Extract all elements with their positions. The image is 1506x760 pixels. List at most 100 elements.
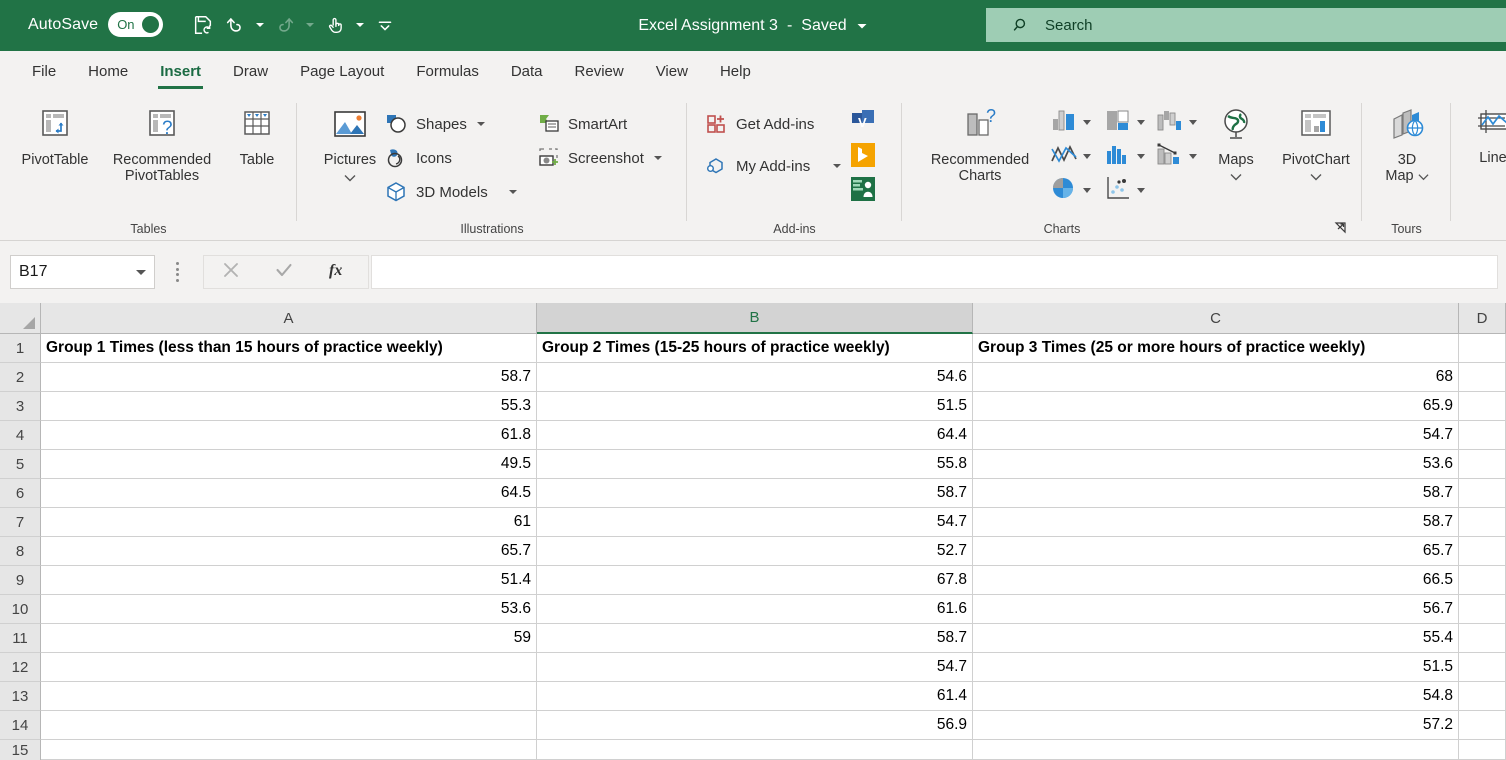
cell-d4[interactable]	[1459, 421, 1506, 450]
cell-b1[interactable]: Group 2 Times (15-25 hours of practice w…	[537, 334, 973, 363]
combo-chart-chevron-down-icon[interactable]	[1189, 154, 1197, 159]
3d-map-chevron-down-icon[interactable]	[1418, 173, 1429, 181]
bing-maps-addin-icon[interactable]	[849, 141, 877, 174]
column-header-b[interactable]: B	[537, 303, 973, 334]
touch-mode-dropdown-chevron-down-icon[interactable]	[352, 10, 368, 40]
cell-c4[interactable]: 54.7	[973, 421, 1459, 450]
autosave-control[interactable]: AutoSave On	[28, 12, 164, 37]
cell-b13[interactable]: 61.4	[537, 682, 973, 711]
get-addins-button[interactable]: Get Add-ins	[705, 113, 814, 135]
cell-b2[interactable]: 54.6	[537, 363, 973, 392]
line-area-chart-button[interactable]	[1050, 141, 1091, 172]
scatter-bubble-chart-button[interactable]	[1104, 175, 1145, 206]
select-all-corner[interactable]	[0, 303, 41, 334]
tab-data[interactable]: Data	[495, 51, 559, 91]
icons-button[interactable]: Icons	[385, 147, 452, 169]
row-header-11[interactable]: 11	[0, 624, 41, 653]
cell-c1[interactable]: Group 3 Times (25 or more hours of pract…	[973, 334, 1459, 363]
scatter-bubble-chart-chevron-down-icon[interactable]	[1137, 188, 1145, 193]
cell-a7[interactable]: 61	[41, 508, 537, 537]
pictures-button[interactable]: Pictures	[315, 107, 385, 187]
cell-b10[interactable]: 61.6	[537, 595, 973, 624]
cell-a5[interactable]: 49.5	[41, 450, 537, 479]
cell-c11[interactable]: 55.4	[973, 624, 1459, 653]
pie-doughnut-chart-button[interactable]	[1050, 175, 1091, 206]
tab-formulas[interactable]: Formulas	[400, 51, 495, 91]
ribbon-tab-bar[interactable]: File Home Insert Draw Page Layout Formul…	[0, 51, 1506, 93]
table-button[interactable]: Table	[226, 105, 288, 168]
recommended-pivottables-button[interactable]: ? Recommended PivotTables	[98, 105, 226, 185]
row-header-8[interactable]: 8	[0, 537, 41, 566]
column-header-c[interactable]: C	[973, 303, 1459, 334]
cell-d6[interactable]	[1459, 479, 1506, 508]
cell-c5[interactable]: 53.6	[973, 450, 1459, 479]
search-input[interactable]: Search	[986, 8, 1506, 42]
pivottable-button[interactable]: PivotTable	[10, 105, 100, 168]
row-header-2[interactable]: 2	[0, 363, 41, 392]
cell-a13[interactable]	[41, 682, 537, 711]
cell-b8[interactable]: 52.7	[537, 537, 973, 566]
visio-addin-icon[interactable]: V	[849, 107, 877, 140]
maps-button[interactable]: Maps	[1200, 107, 1272, 186]
pivotchart-button[interactable]: PivotChart	[1270, 107, 1362, 186]
shapes-chevron-down-icon[interactable]	[476, 122, 485, 126]
pictures-chevron-down-icon[interactable]	[344, 170, 356, 186]
charts-dialog-launcher[interactable]	[1334, 221, 1348, 235]
cell-b3[interactable]: 51.5	[537, 392, 973, 421]
row-header-5[interactable]: 5	[0, 450, 41, 479]
redo-dropdown-chevron-down-icon[interactable]	[302, 10, 318, 40]
smartart-button[interactable]: SmartArt	[537, 113, 627, 135]
cell-a10[interactable]: 53.6	[41, 595, 537, 624]
people-graph-addin-icon[interactable]	[849, 175, 877, 208]
maps-chevron-down-icon[interactable]	[1230, 169, 1242, 185]
cell-a4[interactable]: 61.8	[41, 421, 537, 450]
customize-quick-access-toolbar-icon[interactable]	[370, 10, 400, 40]
shapes-button[interactable]: Shapes	[385, 113, 485, 135]
cell-d7[interactable]	[1459, 508, 1506, 537]
cell-a12[interactable]	[41, 653, 537, 682]
column-header-d[interactable]: D	[1459, 303, 1506, 334]
hierarchy-chart-button[interactable]	[1104, 107, 1145, 138]
insert-function-icon[interactable]: fx	[328, 260, 350, 285]
cell-a9[interactable]: 51.4	[41, 566, 537, 595]
combo-chart-button[interactable]	[1156, 141, 1197, 172]
cell-b5[interactable]: 55.8	[537, 450, 973, 479]
cell-a3[interactable]: 55.3	[41, 392, 537, 421]
statistic-chart-chevron-down-icon[interactable]	[1137, 154, 1145, 159]
row-header-1[interactable]: 1	[0, 334, 41, 363]
cancel-formula-icon[interactable]	[222, 261, 240, 284]
hierarchy-chart-chevron-down-icon[interactable]	[1137, 120, 1145, 125]
cell-c14[interactable]: 57.2	[973, 711, 1459, 740]
cell-d9[interactable]	[1459, 566, 1506, 595]
touch-mode-icon[interactable]	[320, 10, 350, 40]
cell-b14[interactable]: 56.9	[537, 711, 973, 740]
tab-review[interactable]: Review	[559, 51, 640, 91]
3d-models-chevron-down-icon[interactable]	[508, 190, 517, 194]
redo-icon[interactable]	[270, 10, 300, 40]
my-addins-button[interactable]: My Add-ins	[705, 155, 842, 177]
row-header-3[interactable]: 3	[0, 392, 41, 421]
cell-d1[interactable]	[1459, 334, 1506, 363]
column-header-a[interactable]: A	[41, 303, 537, 334]
undo-dropdown-chevron-down-icon[interactable]	[252, 10, 268, 40]
cell-a14[interactable]	[41, 711, 537, 740]
recommended-charts-button[interactable]: ? Recommended Charts	[920, 105, 1040, 185]
cell-c10[interactable]: 56.7	[973, 595, 1459, 624]
cell-a11[interactable]: 59	[41, 624, 537, 653]
cell-a15[interactable]	[41, 740, 537, 760]
cell-d2[interactable]	[1459, 363, 1506, 392]
cell-d8[interactable]	[1459, 537, 1506, 566]
column-bar-chart-chevron-down-icon[interactable]	[1083, 120, 1091, 125]
cell-a2[interactable]: 58.7	[41, 363, 537, 392]
cell-a6[interactable]: 64.5	[41, 479, 537, 508]
screenshot-button[interactable]: Screenshot	[537, 147, 662, 169]
sparkline-line-button[interactable]: Line	[1463, 107, 1506, 166]
cell-b11[interactable]: 58.7	[537, 624, 973, 653]
cell-d13[interactable]	[1459, 682, 1506, 711]
row-header-6[interactable]: 6	[0, 479, 41, 508]
column-bar-chart-button[interactable]	[1050, 107, 1091, 138]
line-area-chart-chevron-down-icon[interactable]	[1083, 154, 1091, 159]
cell-b7[interactable]: 54.7	[537, 508, 973, 537]
my-addins-chevron-down-icon[interactable]	[833, 164, 842, 168]
cell-d3[interactable]	[1459, 392, 1506, 421]
